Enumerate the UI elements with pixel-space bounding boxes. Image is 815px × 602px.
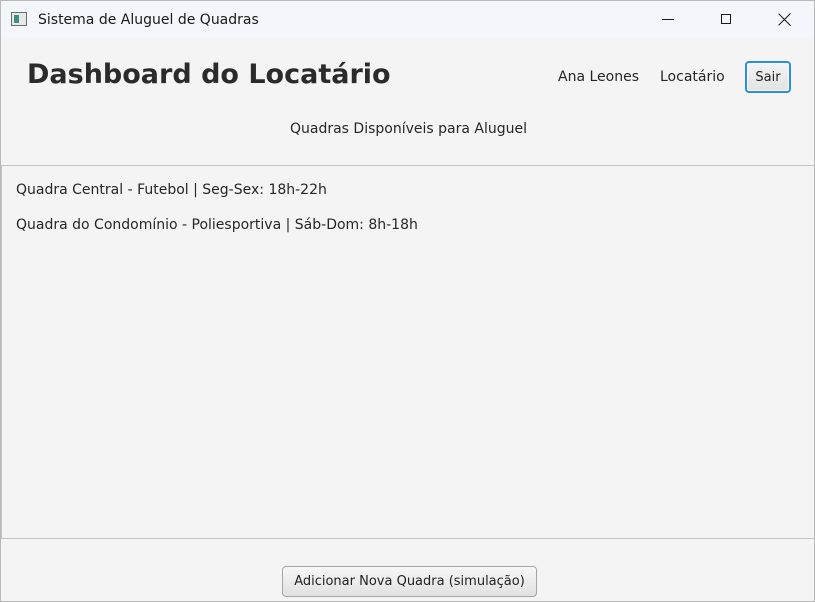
close-button[interactable] bbox=[756, 1, 814, 39]
footer: Adicionar Nova Quadra (simulação) bbox=[1, 540, 814, 601]
maximize-button[interactable] bbox=[697, 1, 755, 39]
add-court-button[interactable]: Adicionar Nova Quadra (simulação) bbox=[282, 566, 537, 597]
courts-list[interactable]: Quadra Central - Futebol | Seg-Sex: 18h-… bbox=[1, 165, 814, 539]
window-title: Sistema de Aluguel de Quadras bbox=[38, 12, 259, 28]
minimize-button[interactable] bbox=[639, 1, 697, 39]
app-icon bbox=[11, 12, 27, 26]
court-list-item[interactable]: Quadra Central - Futebol | Seg-Sex: 18h-… bbox=[16, 178, 327, 202]
maximize-icon bbox=[721, 14, 731, 24]
app-window: Sistema de Aluguel de Quadras Dashboard … bbox=[0, 0, 815, 602]
title-bar[interactable]: Sistema de Aluguel de Quadras bbox=[1, 1, 814, 39]
minimize-icon bbox=[662, 19, 674, 20]
user-name: Ana Leones bbox=[558, 69, 639, 85]
court-list-item[interactable]: Quadra do Condomínio - Poliesportiva | S… bbox=[16, 213, 418, 237]
logout-button[interactable]: Sair bbox=[745, 61, 791, 93]
page-title: Dashboard do Locatário bbox=[27, 59, 391, 90]
section-subtitle: Quadras Disponíveis para Aluguel bbox=[289, 121, 527, 137]
user-role: Locatário bbox=[660, 69, 725, 85]
close-icon bbox=[778, 12, 792, 26]
